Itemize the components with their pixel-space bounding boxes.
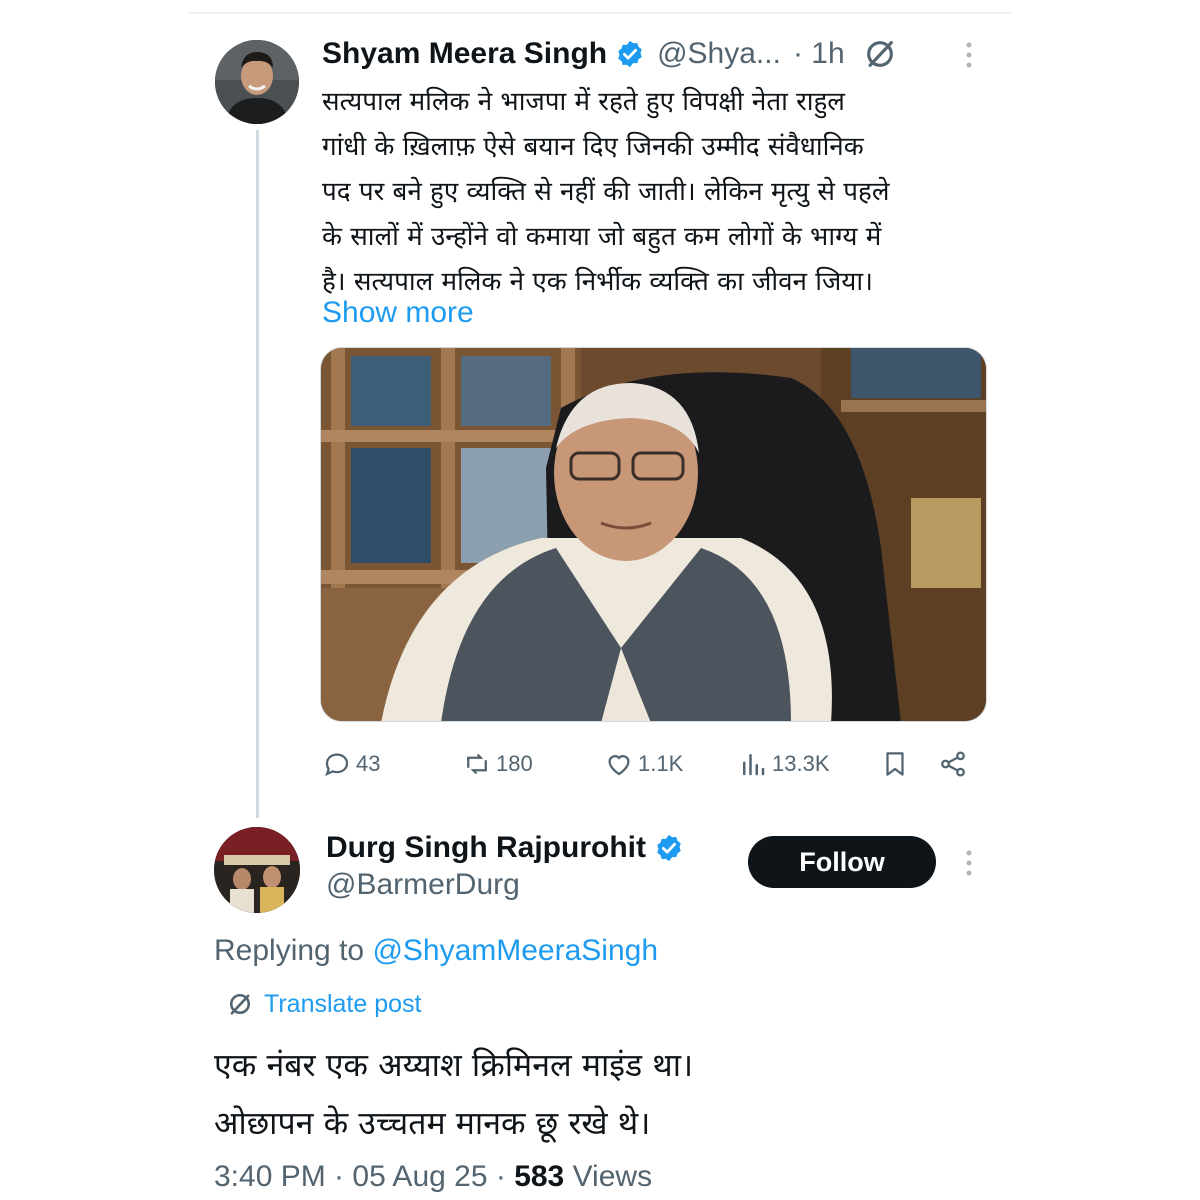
- tweet-text-line: एक नंबर एक अय्याश क्रिमिनल माइंड था।: [214, 1046, 694, 1084]
- tweet-text-line: पद पर बने हुए व्यक्ति से नहीं की जाती। ल…: [322, 177, 890, 207]
- reply-icon: [325, 753, 349, 777]
- like-count: 1.1K: [638, 751, 684, 776]
- author-avatar[interactable]: [215, 40, 299, 124]
- parent-tweet-header: Shyam Meera Singh @Shya... · 1h: [322, 34, 897, 74]
- reply-author-name[interactable]: Durg Singh Rajpurohit: [326, 831, 646, 865]
- tweet-action-bar: 43 180 1.1K 13.3K: [322, 742, 982, 786]
- repost-button[interactable]: 180: [462, 742, 533, 786]
- grok-icon[interactable]: [863, 37, 897, 71]
- tweet-photo[interactable]: [320, 347, 987, 722]
- reply-button[interactable]: 43: [322, 742, 380, 786]
- author-handle[interactable]: @Shya...: [657, 37, 781, 71]
- translate-post-label: Translate post: [264, 989, 422, 1018]
- translate-post-link[interactable]: Translate post: [226, 986, 421, 1022]
- heart-icon: [608, 755, 630, 776]
- views-count: 13.3K: [772, 751, 830, 776]
- verified-badge-icon: [657, 834, 681, 862]
- top-divider: [188, 12, 1012, 14]
- more-options-icon[interactable]: [962, 846, 976, 880]
- post-view-count: 583: [514, 1160, 565, 1193]
- tweet-text-line: के सालों में उन्होंने वो कमाया जो बहुत क…: [322, 222, 882, 252]
- reply-tweet-text: एक नंबर एक अय्याश क्रिमिनल माइंड था। ओछा…: [214, 1036, 994, 1152]
- thread-connector-line: [256, 130, 259, 818]
- post-metadata: 3:40 PM · 05 Aug 25 · 583 Views: [214, 1160, 652, 1194]
- share-button[interactable]: [938, 742, 972, 786]
- replying-to-line: Replying to @ShyamMeeraSingh: [214, 934, 658, 968]
- share-icon: [941, 751, 965, 777]
- bookmark-button[interactable]: [880, 742, 914, 786]
- reply-author-avatar[interactable]: [214, 827, 300, 913]
- follow-button[interactable]: Follow: [748, 836, 936, 888]
- verified-badge-icon: [618, 40, 642, 68]
- tweet-text-line: ओछापन के उच्चतम मानक छू रखे थे।: [214, 1104, 651, 1142]
- translate-icon: [229, 993, 251, 1015]
- bookmark-icon: [886, 752, 904, 776]
- more-options-icon[interactable]: [962, 38, 976, 72]
- replying-to-label: Replying to: [214, 934, 365, 967]
- analytics-bars-icon: [743, 754, 765, 776]
- show-more-link[interactable]: Show more: [322, 296, 474, 330]
- tweet-text-line: सत्यपाल मलिक ने भाजपा में रहते हुए विपक्…: [322, 87, 845, 117]
- reply-author-handle[interactable]: @BarmerDurg: [326, 868, 520, 902]
- parent-tweet-text: सत्यपाल मलिक ने भाजपा में रहते हुए विपक्…: [322, 80, 992, 305]
- author-name[interactable]: Shyam Meera Singh: [322, 37, 607, 71]
- tweet-text-line: गांधी के ख़िलाफ़ ऐसे बयान दिए जिनकी उम्म…: [322, 132, 864, 162]
- views-button[interactable]: 13.3K: [738, 742, 830, 786]
- post-views-label: Views: [564, 1160, 653, 1193]
- post-timestamp[interactable]: 3:40 PM · 05 Aug 25 ·: [214, 1160, 514, 1193]
- repost-count: 180: [496, 751, 533, 776]
- replying-to-mention[interactable]: @ShyamMeeraSingh: [372, 934, 658, 967]
- reply-tweet-header: Durg Singh Rajpurohit: [326, 826, 684, 870]
- repost-icon: [467, 754, 487, 774]
- reply-count: 43: [356, 751, 381, 776]
- post-time[interactable]: · 1h: [793, 37, 845, 71]
- like-button[interactable]: 1.1K: [604, 742, 683, 786]
